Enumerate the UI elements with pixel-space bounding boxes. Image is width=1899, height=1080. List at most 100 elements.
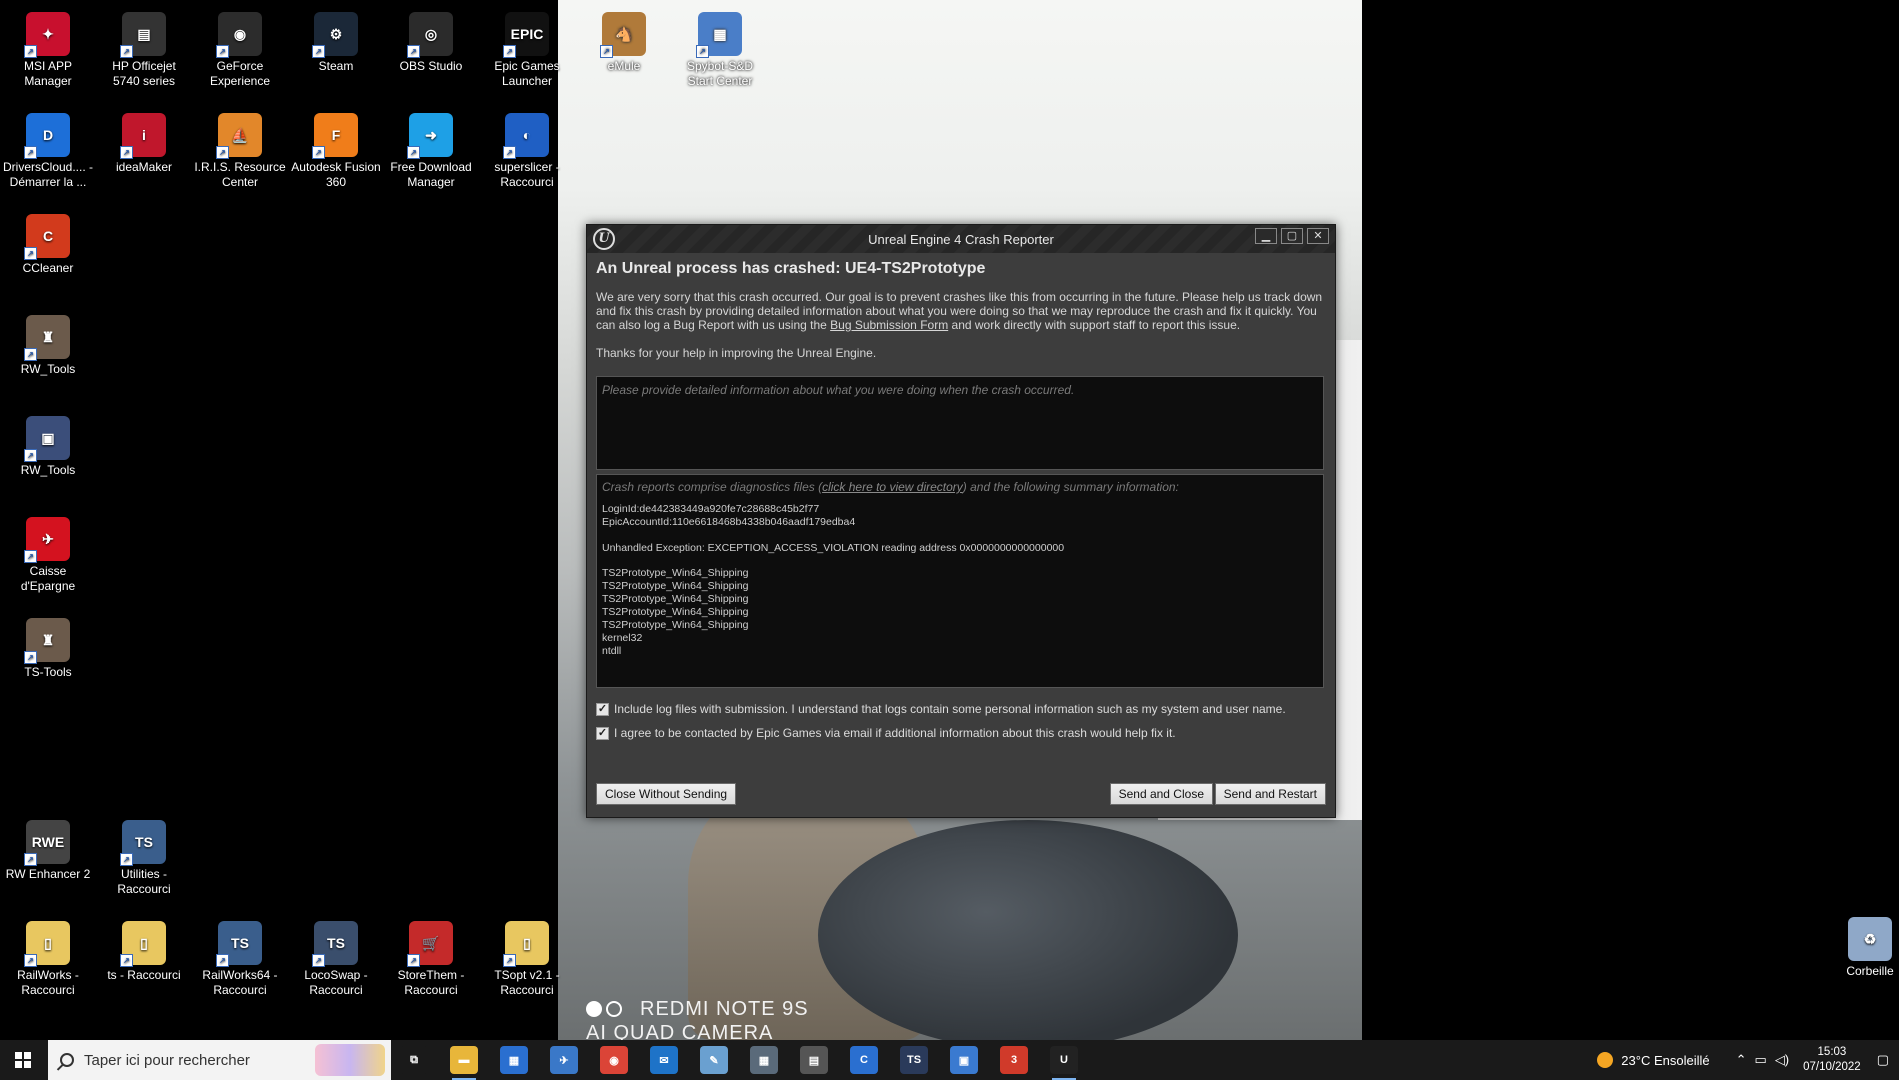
login-id: LoginId:de442383449a920fe7c28688c45b2f77 — [602, 503, 820, 515]
notifications-icon[interactable]: ▢ — [1877, 1052, 1889, 1068]
desktop-icon[interactable]: TS ↗ LocoSwap - Raccourci — [290, 915, 382, 997]
shortcut-arrow-icon: ↗ — [216, 954, 229, 967]
shortcut-arrow-icon: ↗ — [24, 954, 37, 967]
app-notes-icon[interactable]: ✎ — [700, 1046, 728, 1074]
app-icon: ▯ ↗ — [503, 921, 549, 967]
account-id: EpicAccountId:110e6618468b4338b046aadf17… — [602, 516, 856, 528]
desktop-icon[interactable]: ⛵ ↗ I.R.I.S. Resource Center — [194, 107, 286, 189]
clock[interactable]: 15:03 07/10/2022 — [1803, 1045, 1861, 1075]
desktop-icon[interactable]: ✦ ↗ MSI APP Manager — [2, 6, 94, 88]
close-without-sending-button[interactable]: Close Without Sending — [596, 783, 737, 805]
desktop-icon[interactable]: ▣ ↗ RW_Tools — [2, 410, 94, 478]
chevron-up-icon[interactable]: ⌃ — [1736, 1052, 1747, 1068]
desktop-icon[interactable]: ➜ ↗ Free Download Manager — [385, 107, 477, 189]
shortcut-arrow-icon: ↗ — [24, 247, 37, 260]
shortcut-arrow-icon: ↗ — [24, 45, 37, 58]
clock-date: 07/10/2022 — [1803, 1061, 1861, 1073]
start-button[interactable] — [0, 1040, 46, 1080]
app-ts-icon[interactable]: TS — [900, 1046, 928, 1074]
app-blue-bird-icon[interactable]: ✈ — [550, 1046, 578, 1074]
task-view-icon[interactable]: ⧉ — [400, 1046, 428, 1074]
desktop-icon[interactable]: EPIC ↗ Epic Games Launcher — [481, 6, 573, 88]
desktop-icon-label: HP Officejet 5740 series — [112, 59, 176, 88]
desktop-icon[interactable]: ⚙ ↗ Steam — [290, 6, 382, 74]
include-logs-checkbox[interactable]: ✓ — [596, 702, 609, 716]
weather-text[interactable]: 23°C Ensoleillé — [1621, 1053, 1709, 1068]
desktop-icon-label: RailWorks64 - Raccourci — [202, 968, 278, 997]
app-icon: D ↗ — [24, 113, 70, 159]
unreal-icon[interactable]: U — [1050, 1046, 1078, 1080]
desktop-icon[interactable]: ▦ ↗ Spybot-S&D Start Center — [674, 6, 766, 88]
view-directory-link[interactable]: click here to view directory — [822, 480, 963, 494]
desktop-icon[interactable]: ♻ Corbeille — [1824, 911, 1899, 979]
shortcut-arrow-icon: ↗ — [120, 954, 133, 967]
callstack-line: TS2Prototype_Win64_Shipping — [602, 580, 749, 592]
agree-contact-checkbox[interactable]: ✓ — [596, 726, 609, 740]
taskbar-search[interactable]: Taper ici pour rechercher — [48, 1040, 391, 1080]
desktop-icon[interactable]: ▯ ↗ RailWorks - Raccourci — [2, 915, 94, 997]
app-3-icon[interactable]: 3 — [1000, 1046, 1028, 1074]
desktop-icon[interactable]: i ↗ ideaMaker — [98, 107, 190, 175]
camera-dots-icon — [586, 1000, 626, 1019]
chrome-icon[interactable]: ◉ — [600, 1046, 628, 1074]
bug-submission-link[interactable]: Bug Submission Form — [830, 318, 948, 332]
mail-icon[interactable]: ✉ — [650, 1046, 678, 1074]
desktop-icon[interactable]: D ↗ DriversCloud.... - Démarrer la ... — [2, 107, 94, 189]
exception-text: Unhandled Exception: EXCEPTION_ACCESS_VI… — [602, 541, 1065, 554]
diagnostics-summary: LoginId:de442383449a920fe7c28688c45b2f77… — [602, 503, 1318, 658]
desktop-icon[interactable]: ▤ ↗ HP Officejet 5740 series — [98, 6, 190, 88]
desktop-icon[interactable]: ♜ ↗ RW_Tools — [2, 309, 94, 377]
app-printer-icon[interactable]: ▤ — [800, 1046, 828, 1074]
callstack-line: kernel32 — [602, 632, 643, 644]
desktop-icon[interactable]: ◉ ↗ GeForce Experience — [194, 6, 286, 88]
desktop-icon[interactable]: 🐴 ↗ eMule — [578, 6, 670, 74]
crash-details-input[interactable]: Please provide detailed information abou… — [596, 376, 1324, 470]
desktop-icon[interactable]: 🛒 ↗ StoreThem - Raccourci — [385, 915, 477, 997]
network-icon[interactable]: ▭ — [1755, 1052, 1767, 1068]
shortcut-arrow-icon: ↗ — [120, 146, 133, 159]
app-icon: RWE ↗ — [24, 820, 70, 866]
close-window-button[interactable]: ✕ — [1307, 228, 1329, 244]
desktop-icon[interactable]: ♜ ↗ TS-Tools — [2, 612, 94, 680]
desktop-icon[interactable]: ◎ ↗ OBS Studio — [385, 6, 477, 74]
desktop-icon[interactable]: F ↗ Autodesk Fusion 360 — [290, 107, 382, 189]
desktop-icon-label: Utilities - Raccourci — [117, 867, 171, 896]
desktop-icon-label: LocoSwap - Raccourci — [304, 968, 368, 997]
desktop-icon[interactable]: TS ↗ Utilities - Raccourci — [98, 814, 190, 896]
volume-icon[interactable]: ◁) — [1775, 1052, 1789, 1068]
app-icon: ▦ ↗ — [696, 12, 742, 58]
microsoft-store-icon[interactable]: ▦ — [500, 1046, 528, 1074]
file-explorer-icon[interactable]: ▬ — [450, 1046, 478, 1080]
app-icon: 🛒 ↗ — [407, 921, 453, 967]
desktop-icon[interactable]: ✈ ↗ Caisse d'Epargne — [2, 511, 94, 593]
include-logs-row[interactable]: ✓ Include log files with submission. I u… — [596, 702, 1326, 716]
desktop-icon[interactable]: ▯ ↗ ts - Raccourci — [98, 915, 190, 983]
desktop-icon-label: TSopt v2.1 - Raccourci — [494, 968, 560, 997]
title-bar[interactable]: U Unreal Engine 4 Crash Reporter ▁ ▢ ✕ — [587, 225, 1335, 253]
shortcut-arrow-icon: ↗ — [503, 146, 516, 159]
maximize-button[interactable]: ▢ — [1281, 228, 1303, 244]
app-icon: F ↗ — [312, 113, 358, 159]
desktop-icon[interactable]: TS ↗ RailWorks64 - Raccourci — [194, 915, 286, 997]
desktop-icon-label: Autodesk Fusion 360 — [291, 160, 381, 189]
desktop-icon-label: eMule — [607, 59, 641, 73]
send-and-close-button[interactable]: Send and Close — [1109, 783, 1213, 805]
search-highlight-image — [315, 1044, 385, 1076]
desktop-icon[interactable]: RWE ↗ RW Enhancer 2 — [2, 814, 94, 882]
minimize-button[interactable]: ▁ — [1255, 228, 1277, 244]
shortcut-arrow-icon: ↗ — [503, 954, 516, 967]
agree-contact-row[interactable]: ✓ I agree to be contacted by Epic Games … — [596, 726, 1326, 740]
calculator-icon[interactable]: ▦ — [750, 1046, 778, 1074]
desktop-icon[interactable]: C ↗ CCleaner — [2, 208, 94, 276]
app-icon: ♜ ↗ — [24, 618, 70, 664]
desktop-icon-label: superslicer - Raccourci — [494, 160, 560, 189]
send-and-restart-button[interactable]: Send and Restart — [1214, 783, 1326, 805]
desktop-icon[interactable]: ▯ ↗ TSopt v2.1 - Raccourci — [481, 915, 573, 997]
photos-icon[interactable]: ▣ — [950, 1046, 978, 1074]
desktop-icon-label: RailWorks - Raccourci — [17, 968, 79, 997]
desktop-icon[interactable]: ◐ ↗ superslicer - Raccourci — [481, 107, 573, 189]
app-c-icon[interactable]: C — [850, 1046, 878, 1074]
callstack-line: TS2Prototype_Win64_Shipping — [602, 567, 749, 579]
diagnostics-panel: Crash reports comprise diagnostics files… — [596, 474, 1324, 688]
app-icon: ◉ ↗ — [216, 12, 262, 58]
